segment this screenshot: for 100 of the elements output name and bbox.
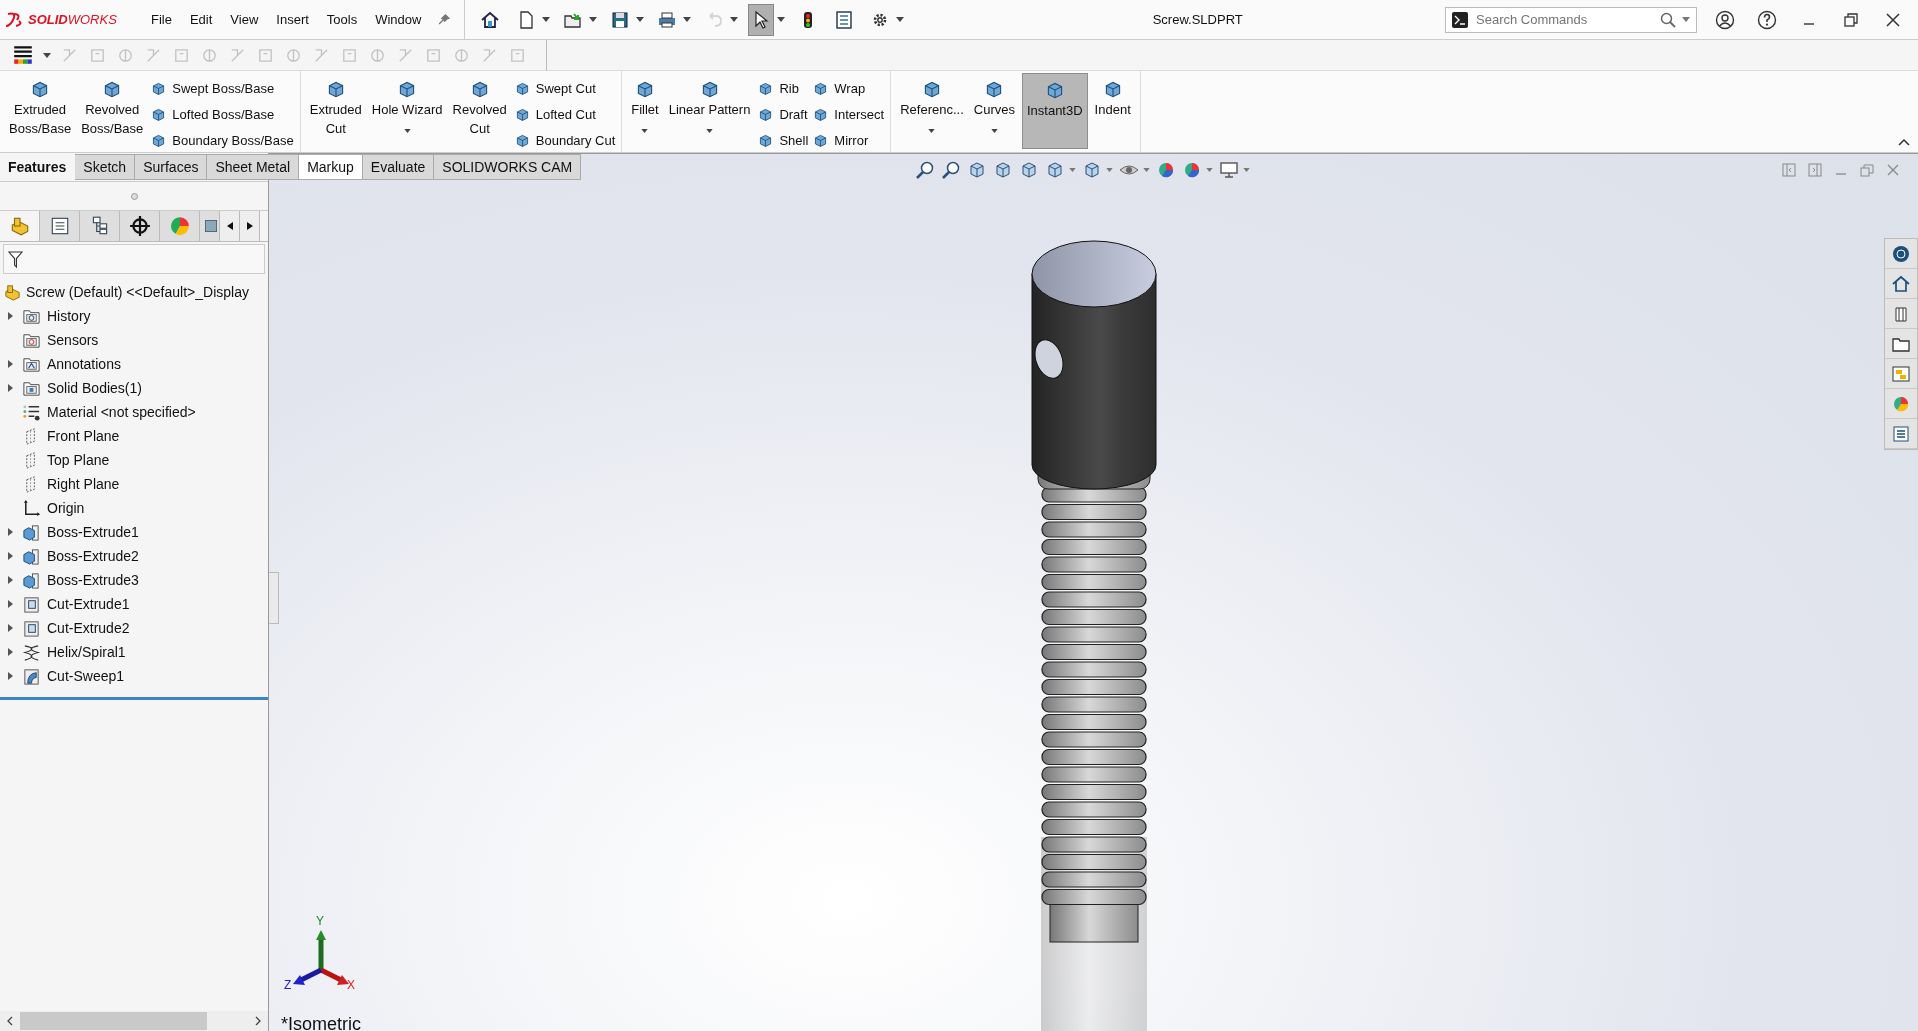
tree-item-label[interactable]: Boss-Extrude2 (47, 548, 139, 564)
ribbon-command-button[interactable]: Swept Cut (513, 76, 616, 100)
tree-item-label[interactable]: Boss-Extrude3 (47, 572, 139, 588)
caret-icon[interactable] (1682, 17, 1690, 22)
ribbon-command-button[interactable]: Referenc... (897, 73, 967, 149)
scroll-right-button[interactable] (240, 211, 260, 241)
expand-arrow-icon[interactable] (7, 672, 13, 680)
command-tab[interactable]: Sketch (75, 154, 136, 180)
menu-item[interactable]: Edit (181, 8, 221, 31)
ribbon-command-button[interactable]: Lofted Boss/Base (150, 102, 294, 126)
tree-item-label[interactable]: Solid Bodies(1) (47, 380, 142, 396)
filter-field[interactable] (3, 244, 265, 274)
ribbon-command-button[interactable]: Mirror (812, 128, 885, 152)
ribbon-command-button[interactable]: Revolved Boss/Base (78, 73, 147, 149)
menu-item[interactable]: View (222, 8, 267, 31)
scroll-left-icon[interactable] (7, 1016, 13, 1026)
ribbon-command-button[interactable]: Fillet (628, 73, 662, 149)
caret-icon[interactable] (777, 17, 786, 22)
ribbon-command-button[interactable]: Boundary Boss/Base (150, 128, 294, 152)
caret-icon[interactable] (636, 17, 645, 22)
ribbon-command-button[interactable]: Curves (970, 73, 1018, 149)
tree-item-label[interactable]: Boss-Extrude1 (47, 524, 139, 540)
ribbon-command-button[interactable]: Linear Pattern (665, 73, 754, 149)
scroll-right-icon[interactable] (255, 1016, 261, 1026)
view-tool-icon[interactable] (1082, 160, 1102, 180)
expand-arrow-icon[interactable] (7, 576, 13, 584)
expand-arrow-icon[interactable] (7, 528, 13, 536)
ribbon-command-button[interactable]: Intersect (812, 102, 885, 126)
expand-arrow-icon[interactable] (7, 600, 13, 608)
expand-arrow-icon[interactable] (7, 624, 13, 632)
tree-item-label[interactable]: Top Plane (47, 452, 110, 468)
expand-arrow-icon[interactable] (7, 312, 13, 320)
user-icon[interactable] (1715, 9, 1735, 30)
ribbon-command-button[interactable]: Lofted Cut (513, 102, 616, 126)
ribbon-command-button[interactable]: Rib (757, 76, 809, 100)
caret-icon[interactable] (589, 17, 598, 22)
ribbon-command-button[interactable]: Instant3D (1021, 73, 1088, 149)
caret-icon[interactable] (43, 52, 51, 58)
display-manager-tab[interactable] (200, 211, 220, 241)
tree-item-label[interactable]: Material <not specified> (47, 404, 196, 420)
tree-item-label[interactable]: Right Plane (47, 476, 120, 492)
view-tool-icon[interactable] (1019, 160, 1039, 180)
tile-left-icon[interactable] (1782, 163, 1796, 177)
ribbon-command-button[interactable]: Hole Wizard (368, 73, 446, 149)
caret-icon[interactable] (542, 17, 551, 22)
menu-item[interactable]: Window (367, 8, 430, 31)
tile-right-icon[interactable] (1808, 163, 1822, 177)
line-style-icon[interactable] (12, 44, 34, 66)
panel-grip-icon[interactable] (130, 192, 138, 200)
tree-item-label[interactable]: Cut-Sweep1 (47, 668, 125, 684)
search-input[interactable]: Search Commands (1474, 11, 1654, 28)
command-tab[interactable]: SOLIDWORKS CAM (434, 154, 582, 180)
tree-item-label[interactable]: History (47, 308, 91, 324)
ribbon-command-button[interactable]: Draft (757, 102, 809, 126)
caret-icon[interactable] (896, 17, 905, 22)
view-tool-icon[interactable] (993, 160, 1013, 180)
scroll-left-button[interactable] (220, 211, 240, 241)
color-ball-icon[interactable] (1156, 160, 1176, 180)
menu-item[interactable]: File (143, 8, 180, 31)
expand-arrow-icon[interactable] (7, 384, 13, 392)
search-field[interactable]: Search Commands (1445, 6, 1697, 33)
tree-item-label[interactable]: Cut-Extrude2 (47, 620, 130, 636)
ribbon-command-button[interactable]: Extruded Boss/Base (6, 73, 75, 149)
tree-item-label[interactable]: Sensors (47, 332, 99, 348)
view-tool-icon[interactable] (1045, 160, 1065, 180)
expand-arrow-icon[interactable] (7, 360, 13, 368)
crosshair-tab[interactable] (120, 211, 160, 241)
ribbon-command-button[interactable]: Boundary Cut (513, 128, 616, 152)
command-tab[interactable]: Markup (299, 154, 363, 180)
color-ball-icon[interactable] (1182, 160, 1202, 180)
search-icon[interactable] (1660, 11, 1676, 28)
tree-root-label[interactable]: Screw (Default) <<Default>_Display (26, 284, 249, 300)
panel-splitter-handle[interactable] (269, 572, 279, 624)
collapse-ribbon-icon[interactable] (1898, 138, 1910, 146)
ribbon-command-button[interactable]: Shell (757, 128, 809, 152)
monitor-icon[interactable] (1219, 160, 1239, 180)
zoom-icon[interactable] (915, 160, 935, 180)
ribbon-command-button[interactable]: Revolved Cut (449, 73, 510, 149)
expand-arrow-icon[interactable] (7, 552, 13, 560)
tree-item-label[interactable]: Annotations (47, 356, 121, 372)
pin-icon[interactable] (437, 12, 453, 27)
command-tab[interactable]: Evaluate (362, 154, 435, 180)
help-icon[interactable] (1757, 9, 1777, 30)
expand-arrow-icon[interactable] (7, 648, 13, 656)
tree-item-label[interactable]: Cut-Extrude1 (47, 596, 130, 612)
ribbon-command-button[interactable]: Swept Boss/Base (150, 76, 294, 100)
command-tab[interactable]: Surfaces (135, 154, 208, 180)
ribbon-command-button[interactable]: Extruded Cut (306, 73, 365, 149)
caret-icon[interactable] (683, 17, 692, 22)
tree-item-label[interactable]: Front Plane (47, 428, 120, 444)
view-tool-icon[interactable] (967, 160, 987, 180)
command-tab[interactable]: Sheet Metal (207, 154, 300, 180)
ribbon-command-button[interactable]: Indent (1091, 73, 1134, 149)
tree-item-label[interactable]: Helix/Spiral1 (47, 644, 126, 660)
tree-item-label[interactable]: Origin (47, 500, 85, 516)
zoom-icon[interactable] (941, 160, 961, 180)
configuration-manager-tab[interactable] (80, 211, 120, 241)
select-tool-button[interactable] (748, 3, 775, 36)
menu-item[interactable]: Tools (318, 8, 366, 31)
ribbon-command-button[interactable]: Wrap (812, 76, 885, 100)
